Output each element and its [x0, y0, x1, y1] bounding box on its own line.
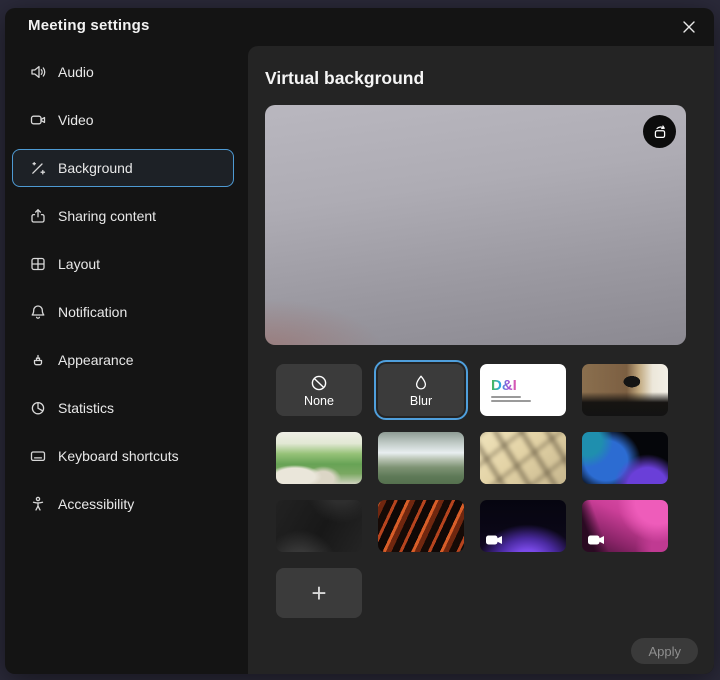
sidebar-item-layout[interactable]: Layout [12, 245, 234, 283]
share-icon [29, 207, 47, 225]
settings-sidebar: Audio Video Background Sharing content [12, 53, 234, 533]
sidebar-item-audio[interactable]: Audio [12, 53, 234, 91]
sidebar-item-video[interactable]: Video [12, 101, 234, 139]
background-tile-orange-lava[interactable] [378, 500, 464, 552]
flip-camera-icon [650, 122, 670, 142]
sidebar-item-label: Statistics [58, 400, 114, 416]
background-tile-living-room[interactable] [276, 432, 362, 484]
flip-camera-button[interactable] [643, 115, 676, 148]
window-light-pattern [480, 432, 566, 484]
sidebar-item-keyboard-shortcuts[interactable]: Keyboard shortcuts [12, 437, 234, 475]
video-camera-badge [588, 534, 605, 546]
sidebar-item-label: Audio [58, 64, 94, 80]
meeting-settings-dialog: Meeting settings Audio Video [5, 8, 714, 674]
dni-caption-line [491, 400, 531, 402]
sidebar-item-background[interactable]: Background [12, 149, 234, 187]
video-camera-badge [486, 534, 503, 546]
background-tile-blurred-mountains[interactable] [378, 432, 464, 484]
close-icon [682, 20, 696, 34]
sidebar-item-appearance[interactable]: Appearance [12, 341, 234, 379]
prohibited-icon [309, 373, 329, 393]
background-tile-abstract-blue-purple[interactable] [582, 432, 668, 484]
sidebar-item-label: Accessibility [58, 496, 134, 512]
sidebar-item-accessibility[interactable]: Accessibility [12, 485, 234, 523]
sidebar-item-label: Appearance [58, 352, 134, 368]
sidebar-item-label: Background [58, 160, 133, 176]
dni-caption-line [491, 396, 521, 398]
sidebar-item-label: Layout [58, 256, 100, 272]
plus-icon: + [311, 580, 326, 606]
background-tile-grid: None Blur D&I [276, 364, 668, 552]
background-tile-dark-gray-swirl[interactable] [276, 500, 362, 552]
bell-icon [29, 303, 47, 321]
close-button[interactable] [677, 15, 701, 39]
video-camera-icon [29, 111, 47, 129]
sidebar-item-label: Sharing content [58, 208, 156, 224]
camera-preview [265, 105, 686, 345]
background-tile-office-room[interactable] [582, 364, 668, 416]
dialog-title: Meeting settings [28, 17, 150, 34]
background-tile-window-light[interactable] [480, 432, 566, 484]
pie-chart-icon [29, 399, 47, 417]
sidebar-item-statistics[interactable]: Statistics [12, 389, 234, 427]
background-tile-d-and-i-logo[interactable]: D&I [480, 364, 566, 416]
background-tile-purple-glow-video[interactable] [480, 500, 566, 552]
tile-label: None [304, 394, 334, 408]
sidebar-item-label: Notification [58, 304, 127, 320]
sidebar-item-sharing-content[interactable]: Sharing content [12, 197, 234, 235]
speaker-icon [29, 63, 47, 81]
virtual-background-panel: Virtual background None [248, 46, 714, 674]
droplet-icon [411, 373, 431, 393]
apply-button[interactable]: Apply [631, 638, 698, 664]
background-tile-pink-abstract-video[interactable] [582, 500, 668, 552]
sidebar-item-notification[interactable]: Notification [12, 293, 234, 331]
keyboard-icon [29, 447, 47, 465]
sidebar-item-label: Keyboard shortcuts [58, 448, 179, 464]
accessibility-icon [29, 495, 47, 513]
paintbrush-icon [29, 351, 47, 369]
magic-wand-icon [29, 159, 47, 177]
screen-overlay: Meeting settings Audio Video [0, 0, 720, 680]
panel-heading: Virtual background [265, 68, 424, 89]
background-tile-none[interactable]: None [276, 364, 362, 416]
layout-grid-icon [29, 255, 47, 273]
background-tile-blur[interactable]: Blur [378, 364, 464, 416]
add-background-button[interactable]: + [276, 568, 362, 618]
tile-label: Blur [410, 394, 432, 408]
sidebar-item-label: Video [58, 112, 94, 128]
dni-logo-text: D&I [491, 378, 517, 393]
